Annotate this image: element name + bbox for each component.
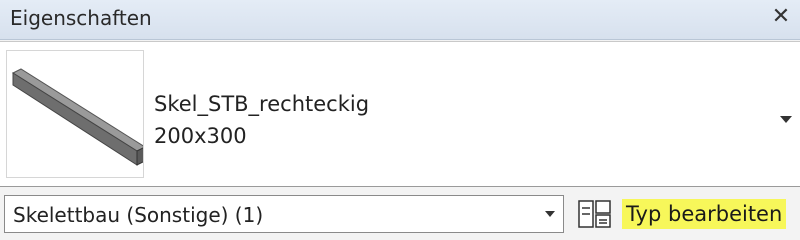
chevron-down-icon[interactable] <box>780 116 792 123</box>
instance-filter-select[interactable]: Skelettbau (Sonstige) (1) <box>4 195 564 233</box>
edit-type-button[interactable]: Typ bearbeiten <box>574 193 792 235</box>
type-family-name: Skel_STB_rechteckig <box>154 92 370 116</box>
instance-filter-value: Skelettbau (Sonstige) (1) <box>13 203 264 227</box>
beam-preview-icon <box>6 50 144 178</box>
panel-title: Eigenschaften <box>10 6 152 30</box>
edit-type-label: Typ bearbeiten <box>622 199 787 229</box>
type-selector[interactable]: Skel_STB_rechteckig 200x300 <box>0 41 800 187</box>
type-size: 200x300 <box>154 124 247 148</box>
properties-titlebar: Eigenschaften ✕ <box>0 0 800 40</box>
chevron-down-icon[interactable] <box>545 211 555 217</box>
edit-type-icon <box>578 198 614 234</box>
close-icon[interactable]: ✕ <box>770 5 792 29</box>
